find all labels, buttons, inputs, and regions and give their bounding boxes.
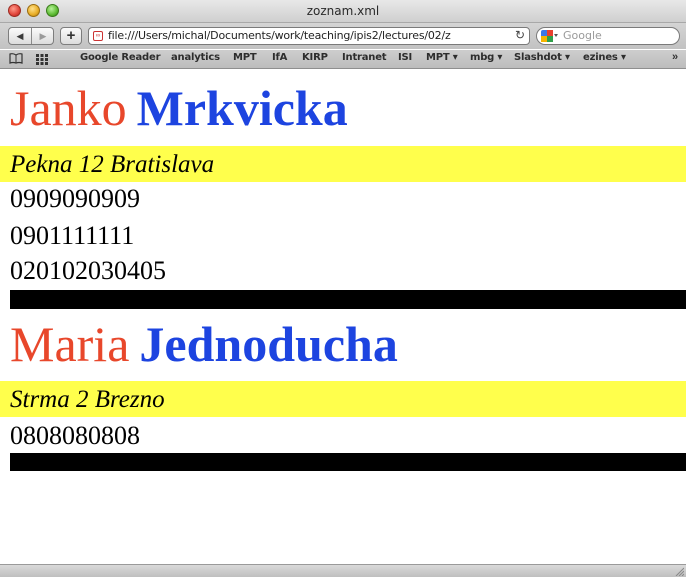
reload-icon[interactable]: ↻ xyxy=(515,28,525,42)
browser-window: zoznam.xml ◀ ▶ + ∞ file:///Users/michal/… xyxy=(0,0,686,577)
add-bookmark-button[interactable]: + xyxy=(60,27,82,45)
bookmark-folder-mbg[interactable]: mbg ▾ xyxy=(470,52,502,63)
address-bar[interactable]: ∞ file:///Users/michal/Documents/work/te… xyxy=(88,27,530,45)
forward-arrow-icon: ▶ xyxy=(39,31,47,41)
bookmark-folder-slashdot[interactable]: Slashdot ▾ xyxy=(514,52,570,63)
contact-name: Janko Mrkvicka xyxy=(10,83,348,133)
contact-separator xyxy=(10,290,686,309)
first-name: Janko xyxy=(10,80,127,136)
search-placeholder: Google xyxy=(563,29,602,42)
forward-button[interactable]: ▶ xyxy=(32,28,54,44)
bookmark-ifa[interactable]: IfA xyxy=(272,52,287,63)
search-field[interactable]: Google xyxy=(536,27,680,45)
top-sites-grid-icon[interactable] xyxy=(36,53,48,65)
bookmark-analytics[interactable]: analytics xyxy=(171,52,220,63)
first-name: Maria xyxy=(10,316,130,372)
phone-number: 0808080808 xyxy=(10,421,140,450)
url-text[interactable]: file:///Users/michal/Documents/work/teac… xyxy=(108,29,451,42)
resize-grip-icon[interactable] xyxy=(674,566,684,576)
bookmark-folder-mpt[interactable]: MPT ▾ xyxy=(426,52,458,63)
browser-toolbar: ◀ ▶ + ∞ file:///Users/michal/Documents/w… xyxy=(0,23,686,49)
bookmarks-overflow-button[interactable]: » xyxy=(672,51,678,63)
bookmarks-bar: Google Reader analytics MPT IfA KIRP Int… xyxy=(0,50,686,69)
bookmark-intranet[interactable]: Intranet xyxy=(342,52,387,63)
bookmark-isi[interactable]: ISI xyxy=(398,52,412,63)
address-row: Strma 2 Brezno xyxy=(0,381,686,417)
address-text: Pekna 12 Bratislava xyxy=(10,151,215,178)
page-content: Janko Mrkvicka Pekna 12 Bratislava 090909… xyxy=(0,69,686,564)
back-button[interactable]: ◀ xyxy=(9,28,32,44)
phone-number: 0909090909 xyxy=(10,184,140,213)
url-fade xyxy=(489,28,511,44)
nav-button-group: ◀ ▶ xyxy=(8,27,54,45)
contact-name: Maria Jednoducha xyxy=(10,319,398,369)
back-arrow-icon: ◀ xyxy=(16,31,24,41)
bookmark-mpt[interactable]: MPT xyxy=(233,52,257,63)
plus-icon: + xyxy=(66,27,76,44)
last-name: Jednoducha xyxy=(139,316,398,372)
contact-separator xyxy=(10,453,686,471)
phone-number: 020102030405 xyxy=(10,256,166,285)
title-bar: zoznam.xml xyxy=(0,0,686,23)
bookmark-kirp[interactable]: KIRP xyxy=(302,52,328,63)
bookmark-folder-ezines[interactable]: ezines ▾ xyxy=(583,52,626,63)
bookmark-google-reader[interactable]: Google Reader xyxy=(80,52,161,63)
address-row: Pekna 12 Bratislava xyxy=(0,146,686,182)
phone-number: 0901111111 xyxy=(10,221,135,250)
window-title: zoznam.xml xyxy=(306,4,380,18)
address-text: Strma 2 Brezno xyxy=(10,386,165,413)
status-bar xyxy=(0,564,686,577)
last-name: Mrkvicka xyxy=(136,80,348,136)
google-logo-icon xyxy=(541,30,559,42)
reading-list-icon[interactable] xyxy=(9,53,23,64)
file-favicon-icon: ∞ xyxy=(93,31,103,41)
